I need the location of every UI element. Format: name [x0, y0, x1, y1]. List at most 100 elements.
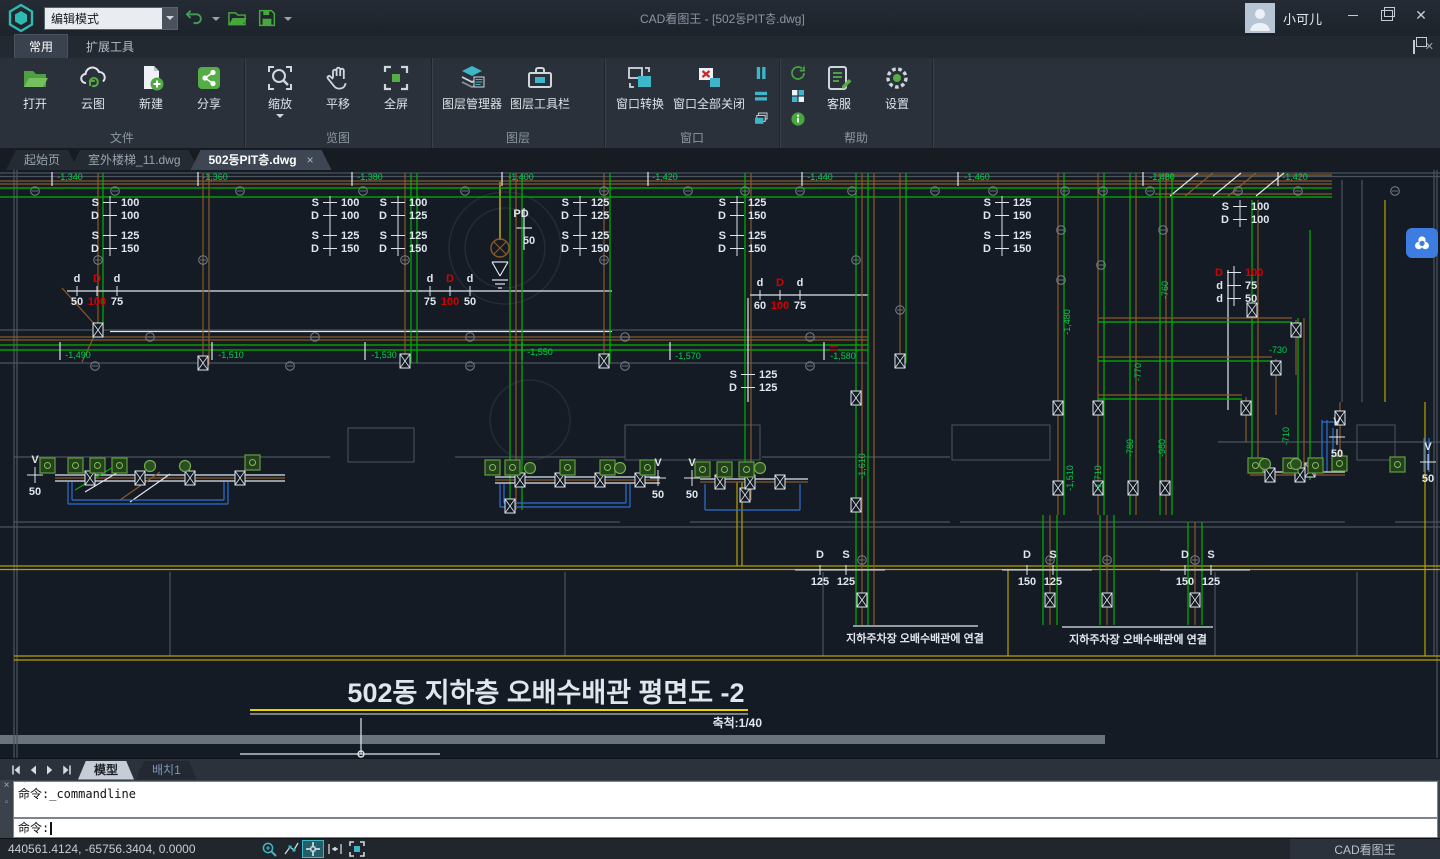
svg-text:50: 50: [1245, 293, 1257, 305]
ribbon-tab-扩展工具[interactable]: 扩展工具: [72, 35, 148, 58]
svg-text:-1,580: -1,580: [830, 351, 856, 361]
ribbon-btn-layer-toolbar[interactable]: 图层工具栏: [506, 62, 574, 113]
window-title: CAD看图王 - [502동PIT층.dwg]: [640, 10, 805, 27]
chevron-down-icon[interactable]: [276, 114, 284, 122]
svg-text:125: 125: [837, 576, 855, 588]
quick-save-button[interactable]: [254, 6, 280, 30]
tile-horizontal-button[interactable]: [752, 87, 770, 105]
minimize-button[interactable]: [1336, 0, 1370, 30]
user-name: 小可儿: [1283, 9, 1322, 28]
polyline-tool-icon[interactable]: [280, 840, 302, 858]
drawing-canvas[interactable]: S100D100S125D150S100D100S125D150S100D125…: [0, 170, 1440, 758]
doc-tab-起始页[interactable]: 起始页: [6, 150, 78, 170]
svg-text:60: 60: [754, 300, 766, 312]
cloud-panel-button[interactable]: [1406, 228, 1438, 258]
svg-text:150: 150: [121, 243, 139, 255]
command-history[interactable]: 命令:命令:_commandline: [13, 781, 1438, 818]
ribbon-btn-feedback[interactable]: 客服: [810, 62, 868, 113]
ribbon-btn-zoom-extent[interactable]: 缩放: [251, 62, 309, 123]
command-panel-anchor-icon[interactable]: ▫: [0, 797, 13, 808]
edit-mode-dropdown-icon[interactable]: [162, 8, 177, 29]
ribbon-btn-cloud-sync[interactable]: 云图: [64, 62, 122, 113]
ribbon-btn-new-file[interactable]: 新建: [122, 62, 180, 113]
ribbon-btn-open-folder[interactable]: 打开: [6, 62, 64, 113]
ribbon-stack-icons: [749, 62, 773, 130]
svg-text:D: D: [1023, 549, 1031, 561]
svg-text:-1,530: -1,530: [371, 350, 397, 360]
mdi-restore-button[interactable]: [1413, 41, 1415, 53]
layers-lock-icon: [577, 110, 595, 128]
layers-lock-button[interactable]: [577, 110, 595, 128]
svg-text:125: 125: [409, 230, 427, 242]
svg-text:125: 125: [1013, 197, 1031, 209]
ribbon-btn-share[interactable]: 分享: [180, 62, 238, 113]
settings-icon: [882, 63, 912, 93]
measure-tool-icon[interactable]: [324, 840, 346, 858]
svg-text:V: V: [1333, 416, 1341, 428]
next-layout-button[interactable]: [42, 763, 57, 777]
ribbon-tab-常用[interactable]: 常用: [14, 34, 68, 58]
undo-dropdown-icon[interactable]: [212, 17, 220, 25]
doc-tab-502동PIT층.dwg[interactable]: 502동PIT층.dwg×: [191, 150, 332, 170]
svg-text:-1,490: -1,490: [65, 350, 91, 360]
layers-freeze-button[interactable]: [577, 87, 595, 105]
ribbon-group-label: 窗口: [605, 131, 779, 148]
command-input[interactable]: 命令:: [13, 818, 1438, 838]
svg-text:V: V: [31, 454, 39, 466]
user-account[interactable]: 小可儿: [1245, 0, 1322, 36]
svg-text:-710: -710: [1281, 427, 1291, 445]
tile-vertical-button[interactable]: [752, 64, 770, 82]
ribbon-btn-settings[interactable]: 设置: [868, 62, 926, 113]
new-features-icon: [789, 87, 807, 105]
edit-mode-select[interactable]: 编辑模式: [44, 7, 178, 30]
ribbon-btn-label: 窗口全部关闭: [673, 95, 745, 112]
fullscreen-tool-icon[interactable]: [346, 840, 368, 858]
about-info-button[interactable]: [789, 110, 807, 128]
svg-text:-1,380: -1,380: [357, 172, 383, 182]
ribbon-lead-icons: [786, 62, 810, 130]
svg-text:S: S: [1049, 549, 1056, 561]
open-folder-icon: [20, 63, 50, 93]
quick-open-button[interactable]: [224, 6, 250, 30]
status-bar: 440561.4124, -65756.3404, 0.0000 CAD看图王: [0, 838, 1440, 859]
text-caret: [50, 822, 52, 835]
cloud-sync-icon: [78, 63, 108, 93]
command-panel-close-icon[interactable]: ×: [0, 780, 13, 791]
svg-text:-1,550: -1,550: [527, 347, 553, 357]
crosshair-tool-icon[interactable]: [302, 840, 324, 858]
svg-text:100: 100: [121, 197, 139, 209]
new-features-button[interactable]: [789, 87, 807, 105]
ribbon-btn-pan-hand[interactable]: 平移: [309, 62, 367, 113]
svg-text:75: 75: [111, 296, 123, 308]
ribbon-btn-window-close-all[interactable]: 窗口全部关闭: [669, 62, 749, 113]
layout-tab-模型[interactable]: 模型: [78, 761, 134, 780]
feedback-icon: [824, 63, 854, 93]
restore-button[interactable]: [1370, 0, 1404, 30]
previous-layout-button[interactable]: [25, 763, 40, 777]
doc-tab-close-icon[interactable]: ×: [307, 153, 314, 167]
close-button[interactable]: ✕: [1404, 0, 1438, 30]
svg-text:S: S: [562, 197, 569, 209]
undo-button[interactable]: [182, 6, 208, 30]
last-layout-button[interactable]: [59, 763, 74, 777]
svg-text:D: D: [379, 243, 387, 255]
svg-text:D: D: [718, 210, 726, 222]
layers-state-button[interactable]: [577, 64, 595, 82]
cascade-windows-button[interactable]: [752, 110, 770, 128]
ribbon-btn-label: 平移: [326, 95, 350, 112]
ribbon-btn-window-switch[interactable]: 窗口转换: [611, 62, 669, 113]
check-update-icon: [789, 64, 807, 82]
quick-toolbar-dropdown-icon[interactable]: [284, 17, 292, 25]
svg-text:-1,460: -1,460: [964, 172, 990, 182]
ribbon-btn-label: 设置: [885, 95, 909, 112]
layout-tab-배치1[interactable]: 배치1: [136, 761, 197, 780]
ribbon-btn-full-screen[interactable]: 全屏: [367, 62, 425, 113]
ribbon-group-览图: 缩放平移全屏览图: [245, 58, 432, 148]
first-layout-button[interactable]: [8, 763, 23, 777]
zoom-tool-icon[interactable]: [258, 840, 280, 858]
svg-text:502동 지하층 오배수배관 평면도 -2: 502동 지하층 오배수배관 평면도 -2: [347, 678, 744, 708]
drawing-layers: [0, 170, 1440, 758]
doc-tab-室外楼梯_11.dwg[interactable]: 室外楼梯_11.dwg: [70, 150, 198, 170]
check-update-button[interactable]: [789, 64, 807, 82]
ribbon-btn-layer-manager[interactable]: 图层管理器: [438, 62, 506, 113]
